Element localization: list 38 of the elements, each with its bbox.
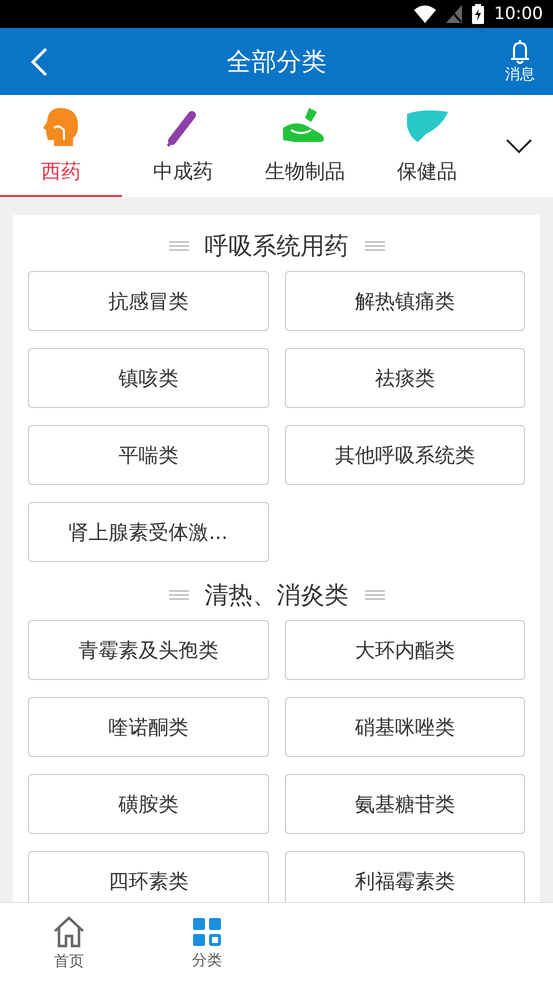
lines-icon — [168, 590, 188, 600]
category-button[interactable]: 氨基糖苷类 — [284, 774, 525, 834]
nav-tab[interactable]: 首页 — [0, 903, 138, 983]
category-button[interactable]: 镇咳类 — [28, 348, 268, 408]
page-title: 全部分类 — [226, 46, 326, 78]
category-button[interactable]: 祛痰类 — [284, 348, 525, 408]
category-button[interactable]: 利福霉素类 — [284, 851, 525, 902]
category-button[interactable]: 其他呼吸系统类 — [284, 425, 525, 485]
category-button[interactable]: 硝基咪唑类 — [284, 697, 525, 757]
category-button[interactable]: 四环素类 — [28, 851, 268, 902]
category-button[interactable]: 大环内酯类 — [284, 620, 525, 680]
battery-icon — [472, 4, 484, 24]
grid-icon — [192, 916, 222, 946]
category-tab[interactable]: 中成药 — [122, 95, 244, 197]
lines-icon — [168, 241, 188, 251]
back-icon[interactable] — [30, 46, 48, 76]
category-button[interactable]: 磺胺类 — [28, 774, 268, 834]
lines-icon — [364, 241, 384, 251]
category-tab[interactable]: 西药 — [0, 95, 122, 197]
clock-time: 10:00 — [494, 4, 543, 24]
nav-tab[interactable]: 分类 — [138, 903, 276, 983]
bell-icon — [510, 39, 530, 65]
wifi-icon — [414, 5, 436, 23]
messages-button[interactable]: 消息 — [505, 39, 535, 84]
lines-icon — [364, 590, 384, 600]
home-icon — [52, 916, 86, 948]
expand-icon[interactable] — [505, 138, 533, 154]
category-button[interactable]: 青霉素及头孢类 — [28, 620, 268, 680]
category-tab[interactable]: 保健品 — [366, 95, 488, 197]
category-tab[interactable]: 生物制品 — [244, 95, 366, 197]
no-signal-icon — [446, 5, 462, 23]
category-button[interactable]: 喹诺酮类 — [28, 697, 268, 757]
category-button[interactable]: 抗感冒类 — [28, 271, 268, 331]
category-button[interactable]: 肾上腺素受体激... — [28, 502, 268, 562]
section-title: 呼吸系统用药 — [204, 231, 348, 262]
section-title: 清热、消炎类 — [204, 580, 348, 611]
category-button[interactable]: 解热镇痛类 — [284, 271, 525, 331]
category-button[interactable]: 平喘类 — [28, 425, 268, 485]
